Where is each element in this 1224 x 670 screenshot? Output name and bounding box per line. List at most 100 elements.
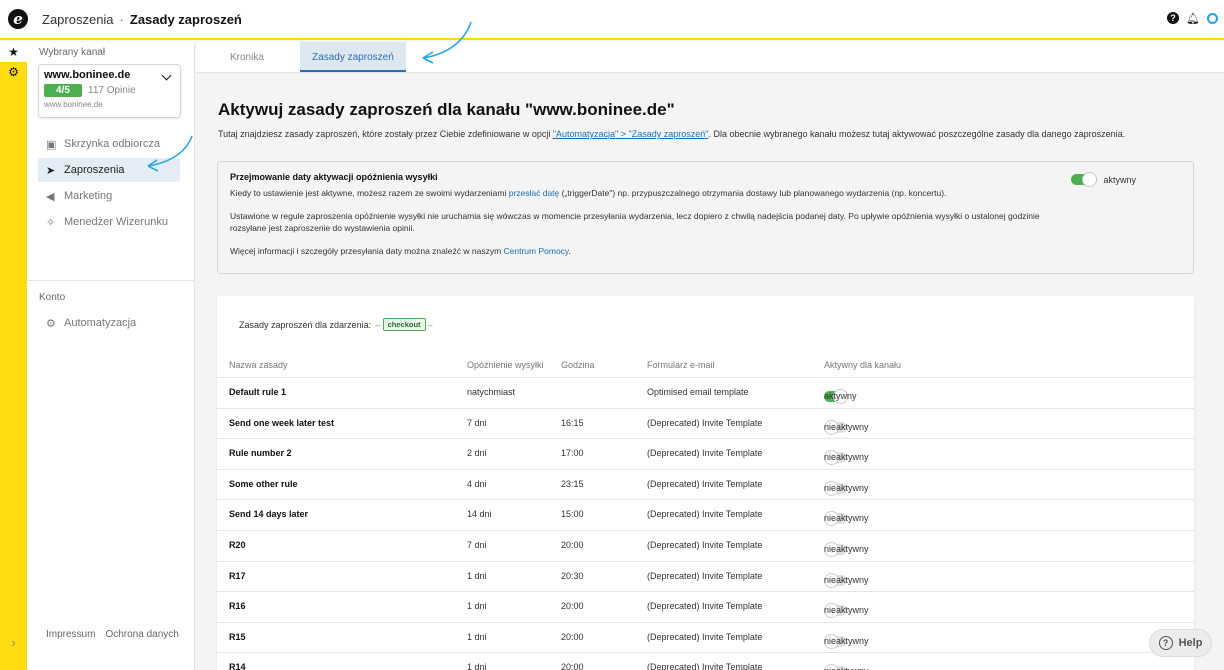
table-row: Some other rule 4 dni 23:15 (Deprecated) In… xyxy=(217,468,1194,500)
sidebar-item-image-manager[interactable]: ✧ Menedżer Wizerunku xyxy=(38,210,180,234)
sidebar-item-label: Zaproszenia xyxy=(64,164,125,176)
date-trigger-toggle[interactable] xyxy=(1071,172,1098,187)
toggle-label: aktywny xyxy=(1103,174,1136,185)
help-label: Help xyxy=(1178,637,1203,649)
rule-name[interactable]: R20 xyxy=(229,540,246,550)
rule-status-label: nieaktywny xyxy=(824,513,869,524)
column-header-delay[interactable]: Opóźnienie wysyłki xyxy=(467,360,544,370)
channel-selector[interactable]: www.boninee.de 4/5 117 Opinie www.bonine… xyxy=(38,64,181,118)
question-icon: ? xyxy=(1158,636,1173,650)
rule-template: (Deprecated) Invite Template xyxy=(647,417,763,428)
logo-icon[interactable]: e xyxy=(8,9,28,29)
megaphone-icon: ◀ xyxy=(46,190,55,203)
date-trigger-info-box: Przejmowanie daty aktywacji opóźnienia w… xyxy=(217,161,1194,274)
rule-time: 16:15 xyxy=(561,417,584,428)
star-icon[interactable]: ★ xyxy=(0,42,27,62)
rule-template: (Deprecated) Invite Template xyxy=(647,539,763,550)
column-header-time[interactable]: Godzina xyxy=(561,360,595,370)
rule-status-label: nieaktywny xyxy=(824,666,869,670)
rule-name[interactable]: R14 xyxy=(229,662,246,670)
table-row: Send 14 days later 14 dni 15:00 (Deprecated… xyxy=(217,499,1194,530)
inbox-icon: ▣ xyxy=(46,138,57,151)
table-header: Nazwa zasady Opóźnienie wysyłki Godzina … xyxy=(217,356,1194,376)
rule-template: Optimised email template xyxy=(647,387,749,397)
rule-time: 20:00 xyxy=(561,631,584,642)
rule-template: (Deprecated) Invite Template xyxy=(647,662,763,670)
rule-name[interactable]: Default rule 1 xyxy=(229,387,286,397)
description-text-end: . Dla obecnie wybranego kanału możesz tu… xyxy=(708,129,1126,139)
rule-time: 20:00 xyxy=(561,539,584,550)
rule-name[interactable]: Rule number 2 xyxy=(229,448,292,458)
rule-time: 23:15 xyxy=(561,478,584,489)
info-paragraph-3: Więcej informacji i szczegóły przesyłani… xyxy=(230,245,1060,257)
info-text: Więcej informacji i szczegóły przesyłani… xyxy=(230,246,504,256)
rule-name[interactable]: Send one week later test xyxy=(229,418,334,428)
rating-badge: 4/5 xyxy=(44,84,82,97)
event-label: Zasady zaproszeń dla zdarzenia: xyxy=(239,319,372,330)
help-center-link[interactable]: Centrum Pomocy xyxy=(504,246,569,256)
send-date-link[interactable]: przesłać datę xyxy=(509,188,560,198)
rule-delay: 4 dni xyxy=(467,478,487,489)
help-icon[interactable]: ? xyxy=(1167,12,1179,24)
table-row: R15 1 dni 20:00 (Deprecated) Invite Templat… xyxy=(217,621,1194,653)
breadcrumb-parent[interactable]: Zaproszenia xyxy=(42,12,114,27)
column-header-active[interactable]: Aktywny dla kanału xyxy=(824,360,901,370)
sidebar-item-label: Automatyzacja xyxy=(64,317,137,329)
automation-icon: ⚙ xyxy=(46,317,56,330)
page-description: Tutaj znajdziesz zasady zaproszeń, które… xyxy=(218,129,1125,139)
rule-name[interactable]: Some other rule xyxy=(229,479,298,489)
rule-name[interactable]: R16 xyxy=(229,601,246,611)
tab-invitation-rules[interactable]: Zasady zaproszeń xyxy=(299,42,406,72)
rule-name[interactable]: R17 xyxy=(229,571,246,581)
rule-delay: natychmiast xyxy=(467,387,516,397)
badge-dash-left: – xyxy=(373,319,381,330)
bell-icon[interactable]: 🔔︎ xyxy=(1186,12,1200,25)
page-title: Aktywuj zasady zaproszeń dla kanału "www… xyxy=(218,100,675,119)
rule-delay: 1 dni xyxy=(467,631,487,642)
sidebar-item-automation[interactable]: ⚙ Automatyzacja xyxy=(38,311,181,335)
sparkle-icon: ✧ xyxy=(46,216,56,229)
rule-template: (Deprecated) Invite Template xyxy=(647,570,763,581)
rule-status-label: nieaktywny xyxy=(824,635,869,646)
content: Aktywuj zasady zaproszeń dla kanału "www… xyxy=(196,73,1224,670)
tab-chronicle[interactable]: Kronika xyxy=(212,42,282,72)
rule-status-label: nieaktywny xyxy=(824,482,869,493)
rule-template: (Deprecated) Invite Template xyxy=(647,631,763,642)
settings-icon[interactable]: ⚙ xyxy=(0,62,27,82)
review-count: 117 Opinie xyxy=(88,85,136,96)
badge-dash-right: – xyxy=(427,319,433,330)
rule-template: (Deprecated) Invite Template xyxy=(647,448,763,459)
rule-delay: 14 dni xyxy=(467,509,492,520)
rule-template: (Deprecated) Invite Template xyxy=(647,509,763,520)
table-body: Default rule 1 natychmiast Optimised email… xyxy=(217,377,1194,670)
rule-delay: 2 dni xyxy=(467,448,487,459)
breadcrumb-current: Zasady zaproszeń xyxy=(129,11,242,27)
rule-delay: 7 dni xyxy=(467,417,487,428)
annotation-arrow-sidebar xyxy=(147,135,193,172)
privacy-link[interactable]: Ochrona danych xyxy=(105,629,178,640)
rule-time: 20:30 xyxy=(561,570,584,581)
rule-status-label: nieaktywny xyxy=(824,574,869,585)
event-line: Zasady zaproszeń dla zdarzenia: – checko… xyxy=(239,318,435,331)
rule-status-label: nieaktywny xyxy=(824,452,869,463)
sidebar-divider xyxy=(27,280,194,281)
help-button[interactable]: ? Help xyxy=(1149,629,1212,657)
rule-time: 20:00 xyxy=(561,601,584,612)
table-row: Send one week later test 7 dni 16:15 (Depre… xyxy=(217,407,1194,439)
column-header-template[interactable]: Formularz e-mail xyxy=(647,360,715,370)
expand-rail-icon[interactable]: › xyxy=(0,635,27,650)
rule-delay: 1 dni xyxy=(467,570,487,581)
info-title: Przejmowanie daty aktywacji opóźnienia w… xyxy=(230,172,438,182)
rule-status-label: nieaktywny xyxy=(824,421,869,432)
impressum-link[interactable]: Impressum xyxy=(46,629,95,640)
rule-time: 17:00 xyxy=(561,448,584,459)
automation-rules-link[interactable]: "Automatyzacja" > "Zasady zaproszeń" xyxy=(553,129,709,139)
info-text-end: . xyxy=(568,246,571,256)
column-header-name[interactable]: Nazwa zasady xyxy=(229,360,288,370)
sidebar-item-label: Marketing xyxy=(64,190,113,202)
info-paragraph-2: Ustawione w regule zaproszenia opóźnieni… xyxy=(230,211,1040,233)
rule-name[interactable]: R15 xyxy=(229,632,246,642)
rule-name[interactable]: Send 14 days later xyxy=(229,509,308,519)
user-icon[interactable] xyxy=(1207,12,1218,24)
sidebar-item-marketing[interactable]: ◀ Marketing xyxy=(38,184,180,208)
